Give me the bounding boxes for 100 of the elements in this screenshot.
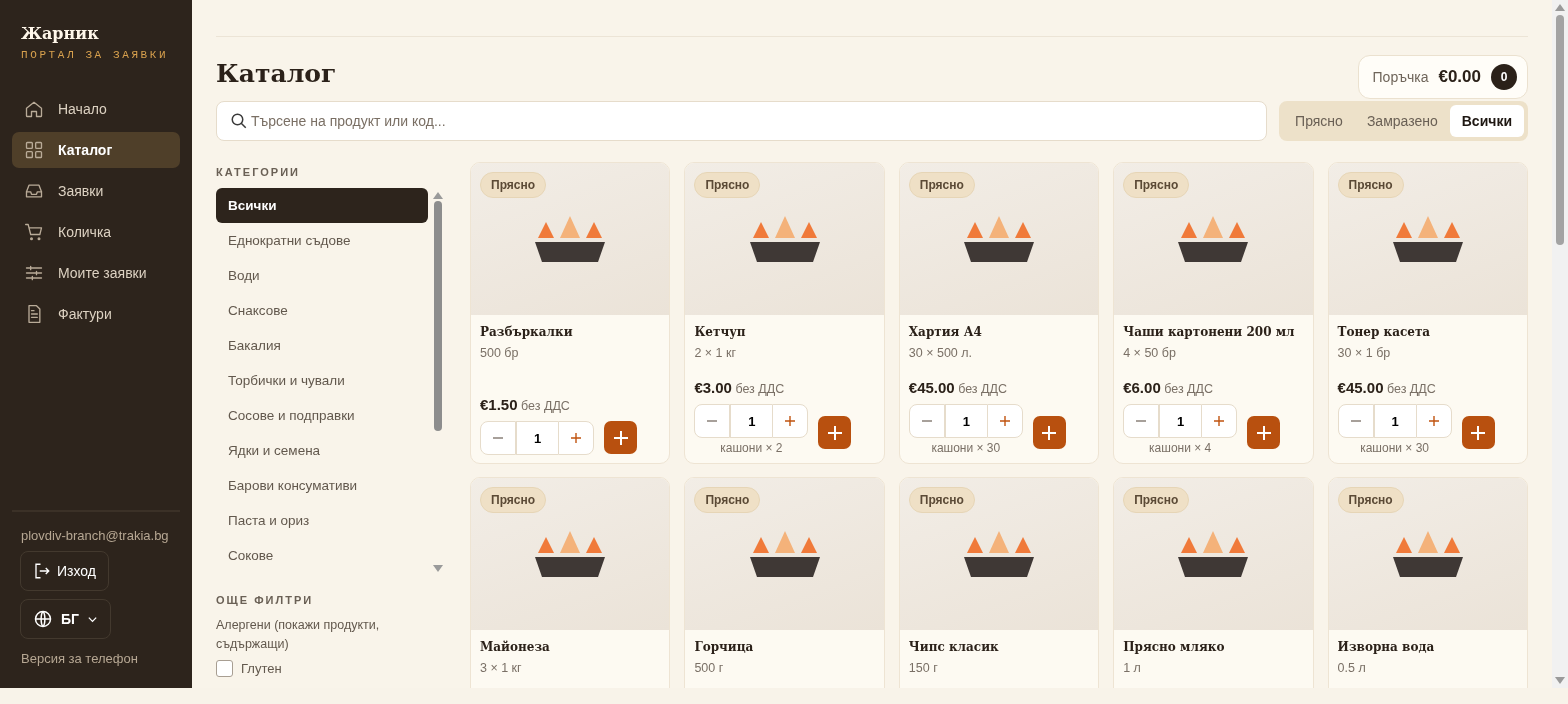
product-badge: Прясно [1123, 172, 1190, 198]
order-summary[interactable]: Поръчка €0.00 0 [1357, 55, 1528, 99]
increase-button[interactable] [1201, 404, 1238, 438]
bowl-drawing [749, 216, 820, 262]
add-to-order-button[interactable] [818, 416, 852, 449]
plus-icon [826, 424, 843, 441]
order-total: €0.00 [1438, 67, 1481, 87]
increase-button[interactable] [772, 404, 809, 438]
product-price: €1.50 [480, 396, 518, 413]
pack-note: кашони × 30 [1360, 441, 1429, 455]
language-selector[interactable]: БГ [20, 599, 111, 639]
quantity-field[interactable]: 1 [944, 404, 987, 438]
page-scrollbar[interactable] [1552, 0, 1568, 688]
category-item[interactable]: Бакалия [216, 328, 428, 363]
nav-item[interactable]: Заявки [12, 173, 180, 209]
product-badge: Прясно [480, 172, 547, 198]
product-unit: 30 × 1 бр [1337, 346, 1392, 360]
plus-icon [1427, 415, 1440, 427]
add-to-order-button[interactable] [1461, 416, 1495, 449]
category-item[interactable]: Барови консумативи [216, 468, 428, 503]
vat-note: без ДДС [1386, 382, 1436, 396]
bowl-drawing [1178, 531, 1249, 577]
allergens-label: Алергени (покажи продукти, съдържащи) [216, 617, 381, 653]
search-field[interactable]: Търсене на продукт или код... [216, 101, 1268, 141]
logout-icon [33, 562, 51, 580]
add-to-order-button[interactable] [604, 421, 637, 454]
nav-item[interactable]: Начало [12, 91, 180, 127]
page-title: Каталог [216, 59, 337, 88]
pack-note: кашони × 4 [1149, 441, 1212, 455]
increase-button[interactable] [1415, 404, 1452, 438]
product-name: Чаши картонени 200 мл [1123, 324, 1296, 340]
product-badge: Прясно [480, 487, 547, 513]
category-item[interactable]: Сокове [216, 538, 428, 573]
plus-icon [570, 432, 582, 444]
product-badge: Прясно [908, 487, 975, 513]
product-name: Прясно мляко [1123, 639, 1226, 655]
product-name: Хартия А4 [908, 324, 983, 340]
nav-item[interactable]: Количка [12, 214, 180, 250]
plus-icon [1255, 424, 1272, 441]
product-badge: Прясно [1123, 487, 1190, 513]
product-unit: 3 × 1 кг [480, 661, 523, 675]
plus-icon [1213, 415, 1226, 427]
quantity-field[interactable]: 1 [730, 404, 773, 438]
brand-name: Жарник [20, 24, 100, 43]
search-icon [230, 112, 248, 130]
category-item[interactable]: Паста и ориз [216, 503, 428, 538]
bowl-drawing [1392, 531, 1463, 577]
product-unit: 30 × 500 л. [908, 346, 974, 360]
bowl-drawing [1392, 216, 1463, 262]
vat-note: без ДДС [521, 399, 570, 413]
order-count-badge: 0 [1491, 64, 1517, 90]
checkbox[interactable] [216, 660, 233, 677]
quantity-field[interactable]: 1 [1373, 404, 1416, 438]
category-item[interactable]: Торбички и чували [216, 363, 428, 398]
user-email: plovdiv-branch@trakia.bg [20, 528, 169, 543]
nav-item[interactable]: Моите заявки [12, 255, 180, 291]
pack-note: кашони × 30 [931, 441, 1001, 455]
product-unit: 500 г [694, 661, 725, 675]
product-badge: Прясно [694, 172, 761, 198]
filter-tab[interactable]: Прясно [1283, 105, 1355, 137]
category-item[interactable]: Сосове и подправки [216, 398, 428, 433]
product-name: Кетчуп [694, 324, 747, 340]
bowl-drawing [964, 531, 1034, 577]
nav-item[interactable]: Каталог [12, 132, 180, 168]
category-item[interactable]: Всички [216, 188, 428, 223]
product-badge: Прясно [908, 172, 975, 198]
product-unit: 150 г [908, 661, 939, 675]
logout-button[interactable]: Изход [20, 551, 109, 591]
more-filters-heading: ОЩЕ ФИЛТРИ [216, 594, 315, 606]
product-unit: 0.5 л [1337, 661, 1367, 675]
product-price: €45.00 [908, 379, 955, 396]
product-price: €45.00 [1337, 379, 1384, 396]
category-item[interactable]: Снаксове [216, 293, 428, 328]
product-name: Чипс класик [908, 639, 1000, 655]
product-unit: 2 × 1 кг [694, 346, 738, 360]
nav-item[interactable]: Фактури [12, 296, 180, 332]
quantity-field[interactable]: 1 [1159, 404, 1202, 438]
product-name: Разбъркалки [480, 324, 574, 340]
quantity-field[interactable]: 1 [516, 421, 558, 455]
product-price: €6.00 [1123, 379, 1161, 396]
category-item[interactable]: Ядки и семена [216, 433, 428, 468]
product-unit: 4 × 50 бр [1123, 346, 1177, 360]
plus-icon [612, 429, 629, 446]
mobile-version-link[interactable]: Версия за телефон [12, 651, 138, 666]
filter-tab[interactable]: Всички [1449, 105, 1524, 137]
product-name: Горчица [694, 639, 755, 655]
increase-button[interactable] [558, 421, 594, 455]
order-label: Поръчка [1372, 69, 1429, 85]
category-item[interactable]: Води [216, 258, 428, 293]
increase-button[interactable] [986, 404, 1023, 438]
add-to-order-button[interactable] [1032, 416, 1066, 449]
product-unit: 1 л [1123, 661, 1142, 675]
category-item[interactable]: Еднократни съдове [216, 223, 428, 258]
vat-note: без ДДС [735, 382, 785, 396]
filter-tab[interactable]: Замразено [1354, 105, 1450, 137]
brand-subtitle: ПОРТАЛ ЗА ЗАЯВКИ [20, 49, 170, 61]
checkbox-label: Глутен [241, 661, 282, 676]
home-icon [24, 99, 44, 119]
plus-icon [1470, 424, 1487, 441]
add-to-order-button[interactable] [1247, 416, 1281, 449]
